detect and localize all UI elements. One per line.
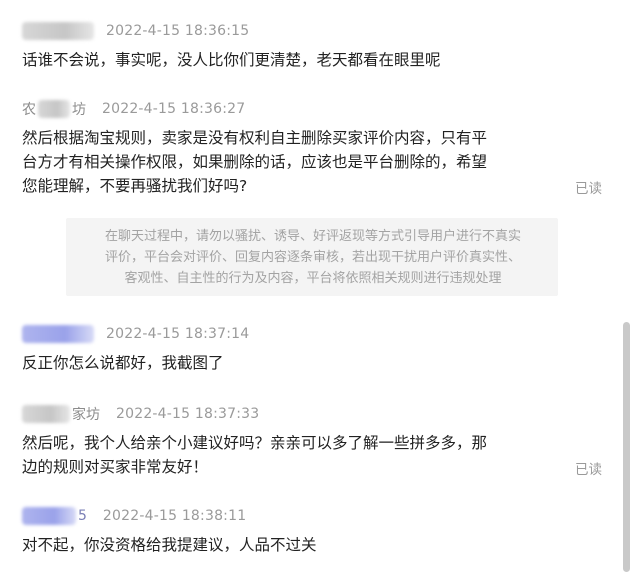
message-meta: 2022-4-15 18:37:14: [22, 323, 582, 345]
platform-notice-text: 在聊天过程中，请勿以骚扰、诱导、好评返现等方式引导用户进行不真实 评价，平台会对…: [104, 229, 521, 286]
chat-scrollbar[interactable]: [623, 322, 630, 572]
message-meta: 农 坊 2022-4-15 18:36:27: [22, 98, 582, 120]
message-meta: 家坊 2022-4-15 18:37:33: [22, 403, 582, 425]
sender-name-redacted: [22, 405, 70, 423]
message-timestamp: 2022-4-15 18:38:11: [102, 508, 247, 524]
message-item: 农 坊 2022-4-15 18:36:27 然后根据淘宝规则，卖家是没有权利自…: [22, 98, 602, 198]
message-meta: 5 2022-4-15 18:38:11: [22, 505, 582, 527]
platform-notice: 在聊天过程中，请勿以骚扰、诱导、好评返现等方式引导用户进行不真实 评价，平台会对…: [66, 218, 558, 296]
sender-name-fragment: 家坊: [72, 407, 100, 423]
message-text: 对不起，你没资格给我提建议，人品不过关: [22, 536, 317, 554]
sender-name-fragment: 5: [78, 508, 87, 524]
sender-name-redacted: [22, 507, 76, 525]
message-timestamp: 2022-4-15 18:36:15: [106, 23, 250, 39]
message-text: 然后根据淘宝规则，卖家是没有权利自主删除买家评价内容，只有平 台方才有相关操作权…: [22, 129, 488, 195]
message-meta: 2022-4-15 18:36:15: [22, 20, 582, 42]
sender-name-fragment: 坊: [72, 102, 86, 118]
message-item: 2022-4-15 18:37:14 反正你怎么说都好，我截图了: [22, 323, 582, 375]
message-item: 2022-4-15 18:36:15 话谁不会说，事实呢，没人比你们更清楚，老天…: [22, 20, 582, 72]
sender-name-redacted: [22, 325, 94, 343]
message-item: 5 2022-4-15 18:38:11 对不起，你没资格给我提建议，人品不过关: [22, 505, 582, 557]
message-item: 家坊 2022-4-15 18:37:33 然后呢，我个人给亲个小建议好吗？亲亲…: [22, 403, 602, 479]
sender-name-fragment: 农: [22, 102, 36, 118]
read-status: 已读: [575, 181, 602, 197]
sender-name-redacted: [22, 22, 94, 40]
message-timestamp: 2022-4-15 18:36:27: [102, 101, 246, 117]
message-timestamp: 2022-4-15 18:37:14: [106, 326, 250, 342]
read-status: 已读: [575, 462, 602, 478]
message-text: 然后呢，我个人给亲个小建议好吗？亲亲可以多了解一些拼多多，那 边的规则对买家非常…: [22, 434, 488, 476]
message-timestamp: 2022-4-15 18:37:33: [116, 406, 260, 422]
chat-history: 2022-4-15 18:36:15 话谁不会说，事实呢，没人比你们更清楚，老天…: [0, 0, 640, 579]
message-text: 反正你怎么说都好，我截图了: [22, 354, 224, 372]
sender-name-redacted: [38, 100, 70, 118]
message-text: 话谁不会说，事实呢，没人比你们更清楚，老天都看在眼里呢: [22, 51, 441, 69]
